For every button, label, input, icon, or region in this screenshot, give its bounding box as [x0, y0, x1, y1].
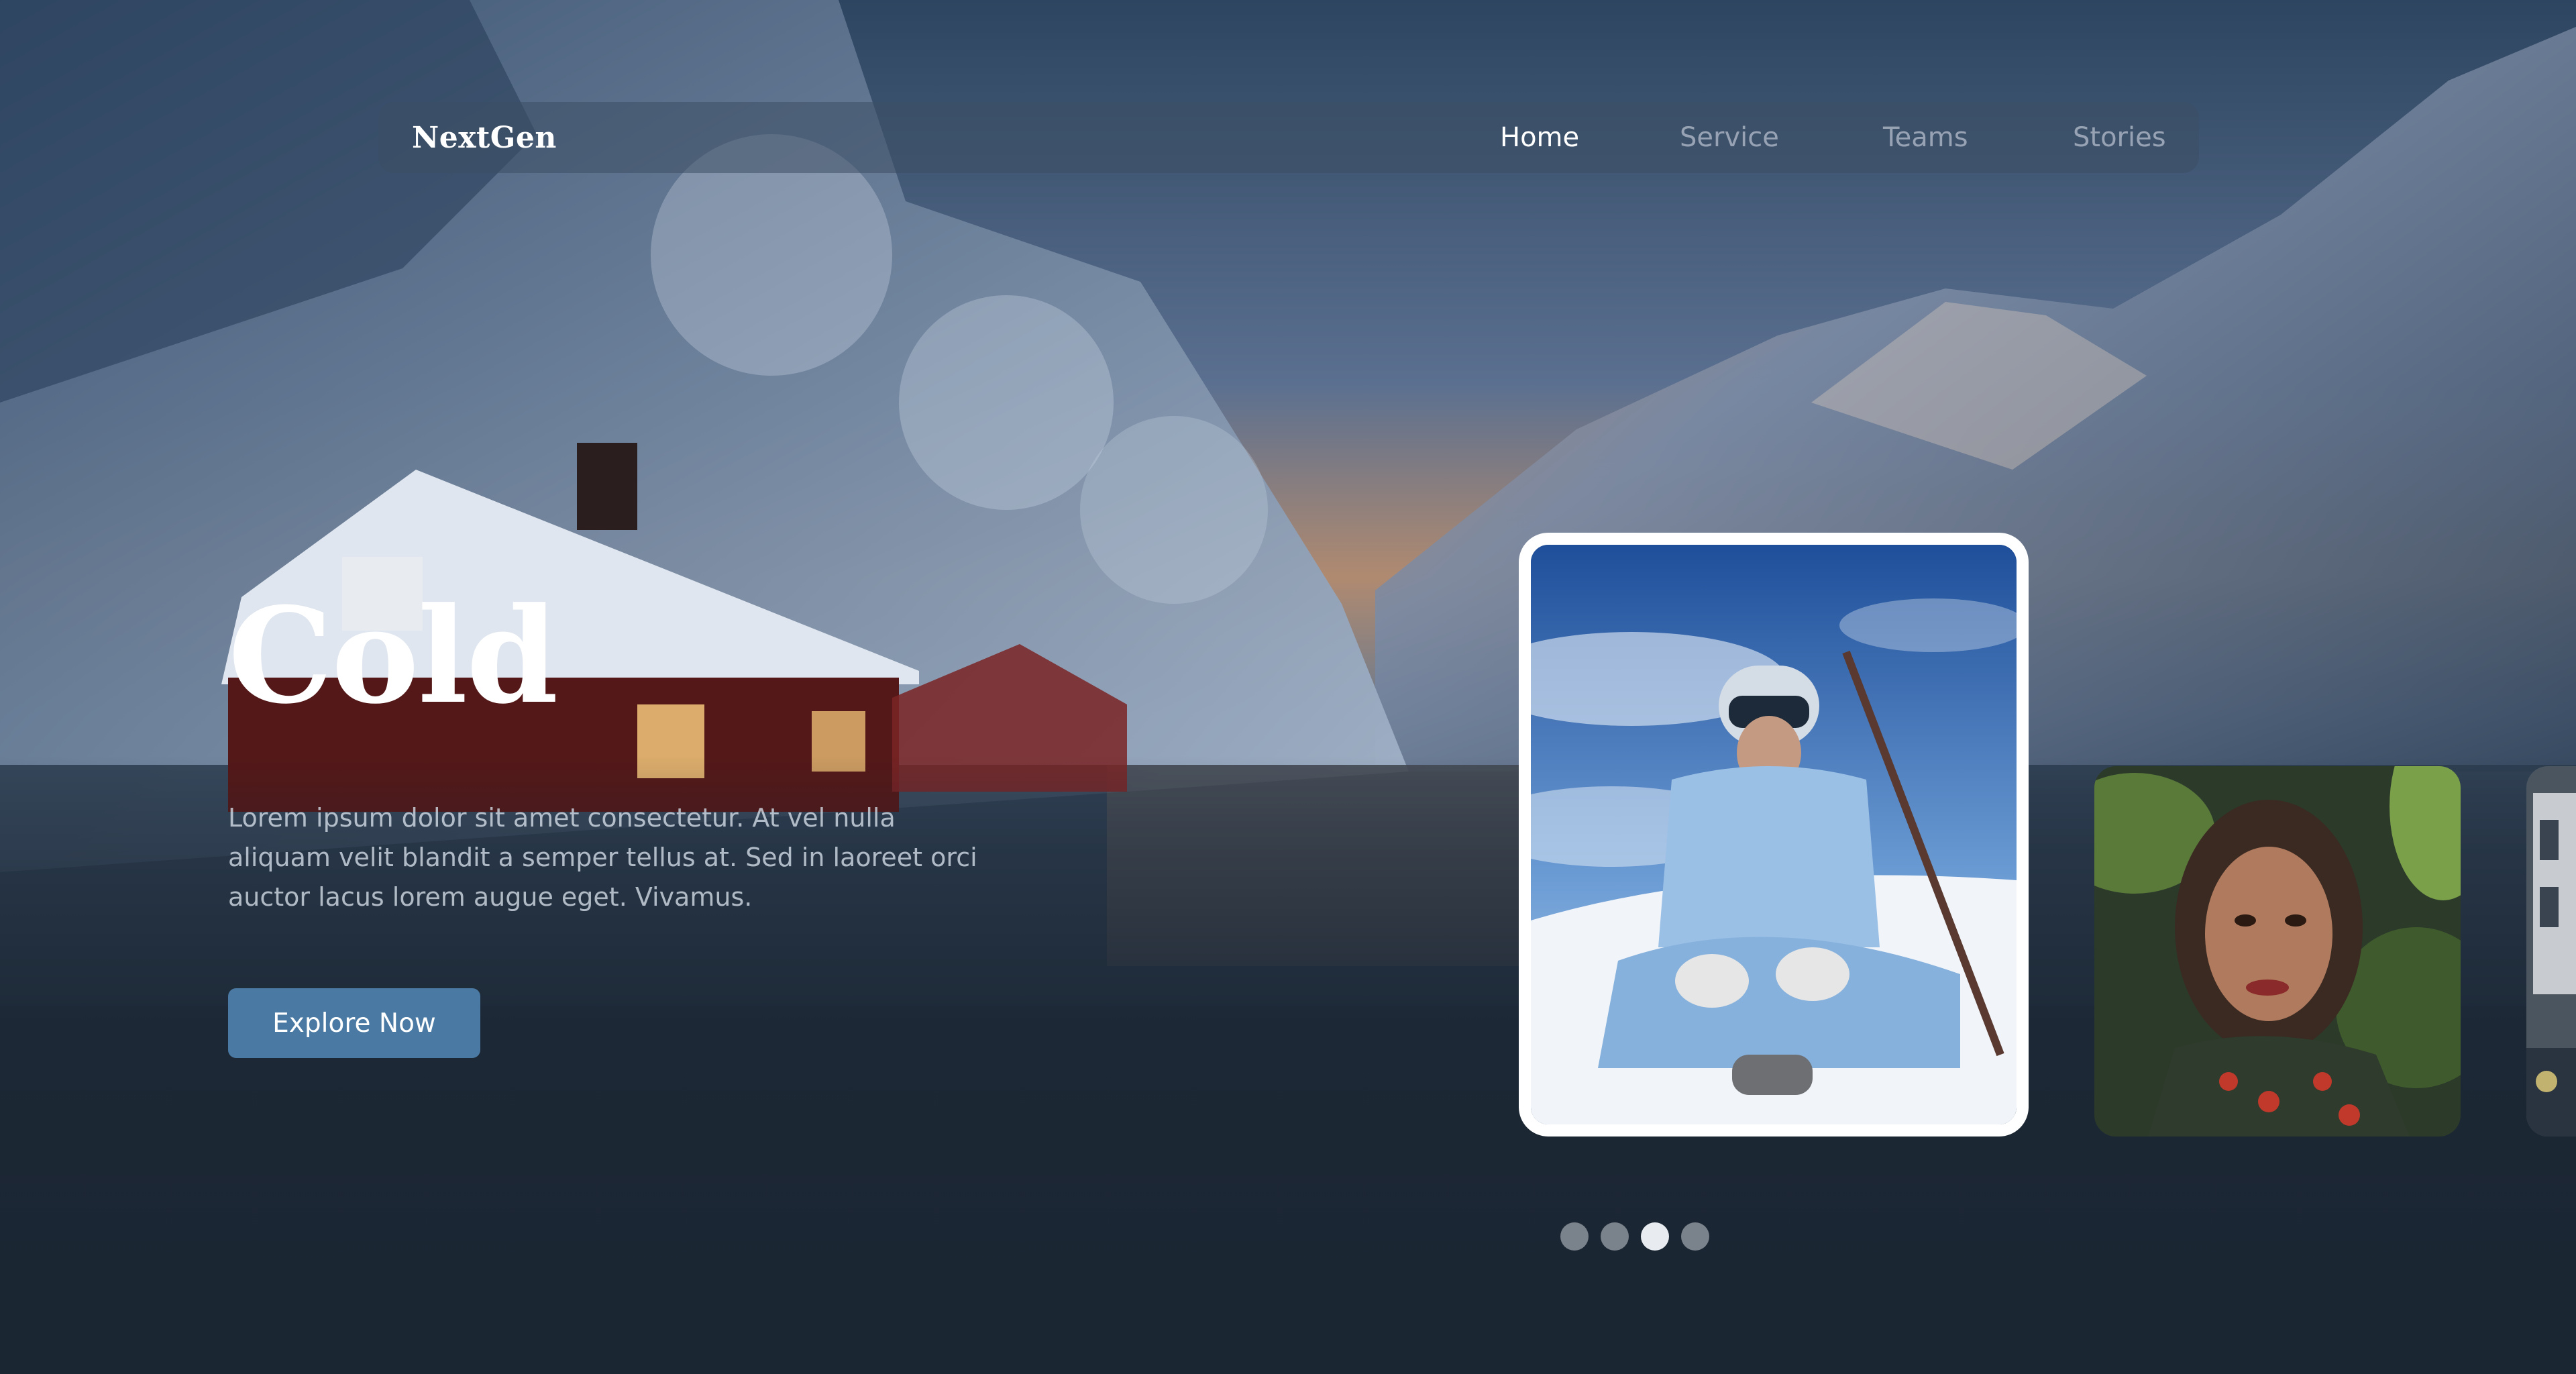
partial-photo — [2526, 766, 2576, 1137]
skier-photo — [1531, 545, 2017, 1124]
explore-now-button[interactable]: Explore Now — [228, 988, 480, 1058]
nav-link-service[interactable]: Service — [1680, 122, 1779, 153]
portrait-photo — [2094, 766, 2461, 1137]
carousel-dot-3[interactable] — [1641, 1222, 1669, 1251]
hero-description: Lorem ipsum dolor sit amet consectetur. … — [228, 803, 977, 912]
carousel-card-partial[interactable] — [2526, 766, 2576, 1137]
nav-link-teams[interactable]: Teams — [1883, 122, 1968, 153]
carousel-pagination — [1560, 1222, 1709, 1252]
nav-link-stories[interactable]: Stories — [2073, 122, 2166, 153]
hero-title: Cold — [228, 579, 558, 733]
brand-logo[interactable]: NextGen — [412, 121, 557, 155]
top-navigation-bar: NextGen Home Service Teams Stories — [378, 102, 2199, 173]
carousel-card-portrait[interactable] — [2094, 766, 2461, 1137]
nav-link-home[interactable]: Home — [1500, 122, 1579, 153]
carousel-dot-2[interactable] — [1601, 1222, 1629, 1251]
carousel-dot-4[interactable] — [1681, 1222, 1709, 1251]
carousel-card-skier[interactable] — [1519, 533, 2029, 1137]
carousel-dot-1[interactable] — [1560, 1222, 1589, 1251]
